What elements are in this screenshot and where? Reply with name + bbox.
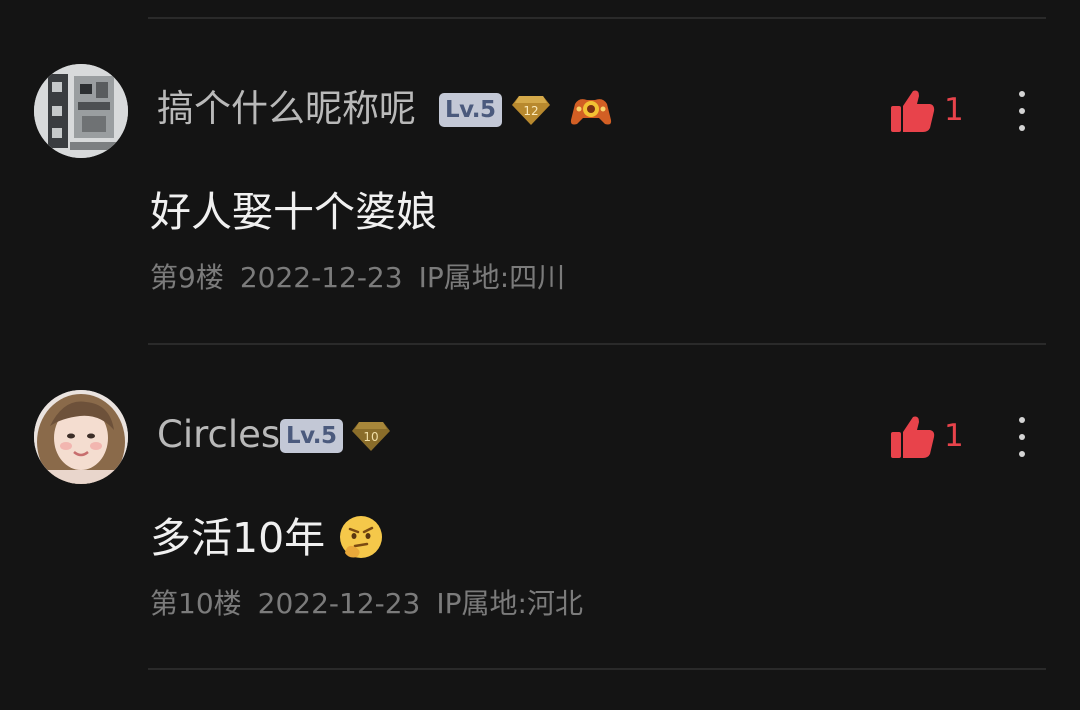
level-badge: Lv.5: [280, 419, 343, 453]
floor-number: 第9楼: [150, 261, 224, 294]
post-date: 2022-12-23: [239, 261, 403, 294]
username[interactable]: 搞个什么昵称呢: [157, 86, 416, 132]
gem-badge-icon: 12: [512, 96, 550, 125]
ip-location: IP属地:四川: [418, 261, 566, 294]
username[interactable]: Circles: [157, 412, 280, 458]
gem-level-text: 12: [523, 104, 538, 118]
like-count: 1: [944, 418, 964, 454]
comment-item: 搞个什么昵称呢 Lv.5 12 1 好人娶十个婆娘 第9楼 2022-12-23 I…: [0, 64, 1080, 384]
divider: [148, 343, 1046, 345]
divider-top: [148, 17, 1046, 19]
level-badge: Lv.5: [439, 93, 502, 127]
comment-meta: 第10楼 2022-12-23 IP属地:河北: [150, 584, 599, 624]
floor-number: 第10楼: [150, 587, 242, 620]
post-date: 2022-12-23: [257, 587, 421, 620]
thumbs-up-icon[interactable]: [888, 88, 936, 134]
avatar[interactable]: [34, 390, 128, 484]
gem-level-text: 10: [363, 430, 378, 444]
gem-badge-icon: 10: [352, 422, 390, 451]
avatar[interactable]: [34, 64, 128, 158]
thinking-face-emoji-icon: [340, 516, 383, 558]
divider-bottom: [148, 668, 1046, 670]
comment-text: 多活10年: [150, 512, 385, 565]
like-count: 1: [944, 92, 964, 128]
comment-meta: 第9楼 2022-12-23 IP属地:四川: [150, 258, 581, 298]
comment-text-body: 多活10年: [150, 514, 326, 562]
more-options-icon[interactable]: [1010, 88, 1034, 134]
gamepad-icon: [570, 99, 612, 125]
ip-location: IP属地:河北: [436, 587, 583, 620]
comment-item: Circles Lv.5 10 1 多活10年 第10楼 2022-12-23 IP…: [0, 390, 1080, 710]
thumbs-up-icon[interactable]: [888, 414, 936, 460]
comment-text: 好人娶十个婆娘: [150, 188, 437, 236]
more-options-icon[interactable]: [1010, 414, 1034, 460]
